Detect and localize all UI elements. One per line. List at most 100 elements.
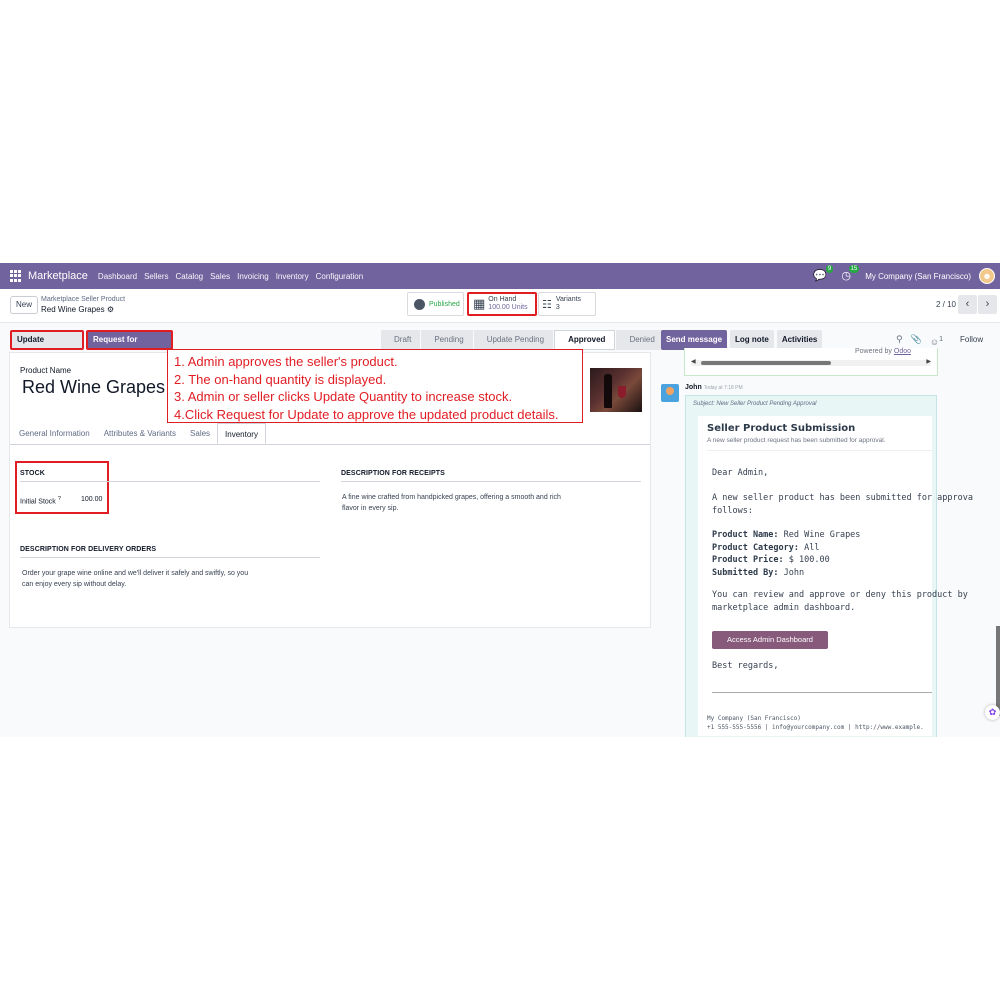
detail-category: Product Category: All: [712, 542, 860, 555]
detail-submitted: Submitted By: John: [712, 567, 860, 580]
gear-icon[interactable]: ⚙: [107, 305, 114, 314]
send-message-button[interactable]: Send message: [661, 330, 728, 350]
user-avatar[interactable]: ☻: [979, 268, 995, 284]
receipts-line-1: A fine wine crafted from handpicked grap…: [342, 494, 561, 501]
detail-submitted-value: John: [783, 567, 805, 578]
variants-smart-button[interactable]: ☷ Variants 3: [538, 292, 596, 316]
annotation-line-3: 3. Admin or seller clicks Update Quantit…: [174, 389, 513, 404]
breadcrumb-current-label: Red Wine Grapes: [41, 305, 105, 314]
product-name-field[interactable]: Red Wine Grapes: [22, 377, 165, 398]
breadcrumb-parent[interactable]: Marketplace Seller Product: [41, 295, 125, 305]
published-smart-button[interactable]: Published: [407, 292, 464, 316]
tab-attributes-variants[interactable]: Attributes & Variants: [97, 423, 183, 444]
menu-sales[interactable]: Sales: [210, 272, 230, 281]
horizontal-scrollbar[interactable]: ◀ ▶: [691, 358, 931, 366]
help-tooltip-icon[interactable]: ?: [58, 496, 61, 502]
menu-sellers[interactable]: Sellers: [144, 272, 168, 281]
wine-bottle-shape: [604, 374, 612, 408]
tab-general-information[interactable]: General Information: [10, 423, 97, 444]
stock-section-divider: [20, 481, 320, 482]
detail-name-label: Product Name:: [712, 530, 779, 540]
annotation-box: 1. Admin approves the seller's product. …: [167, 349, 583, 423]
detail-submitted-label: Submitted By:: [712, 567, 779, 578]
top-navbar: Marketplace Dashboard Sellers Catalog Sa…: [0, 263, 1000, 289]
activities-button[interactable]: Activities: [776, 330, 823, 350]
delivery-description[interactable]: Order your grape wine online and we'll d…: [22, 568, 248, 590]
detail-category-label: Product Category:: [712, 542, 799, 553]
stage-pending[interactable]: Pending: [421, 330, 473, 350]
on-hand-smart-button[interactable]: ▦ On Hand 100.00 Units: [467, 292, 537, 316]
follow-button[interactable]: Follow: [960, 335, 983, 344]
pager-next-icon[interactable]: ›: [978, 295, 997, 314]
assistant-bubble-icon[interactable]: ✿: [985, 705, 1000, 720]
cubes-icon: ▦: [473, 296, 486, 311]
product-name-label: Product Name: [20, 366, 72, 375]
email-intro-2: follows:: [712, 505, 753, 516]
new-button[interactable]: New: [10, 296, 39, 314]
app-brand[interactable]: Marketplace: [28, 270, 88, 282]
email-divider: [707, 450, 932, 451]
stage-approved[interactable]: Approved: [554, 330, 616, 350]
sitemap-icon: ☷: [542, 298, 552, 311]
menu-inventory[interactable]: Inventory: [276, 272, 309, 281]
menu-configuration[interactable]: Configuration: [316, 272, 364, 281]
scroll-right-icon[interactable]: ▶: [926, 358, 931, 365]
annotation-line-2: 2. The on-hand quantity is displayed.: [174, 371, 387, 387]
menu-dashboard[interactable]: Dashboard: [98, 272, 137, 281]
breadcrumb-current: Red Wine Grapes ⚙: [41, 305, 125, 315]
email-details: Product Name: Red Wine Grapes Product Ca…: [712, 529, 860, 579]
receipts-description[interactable]: A fine wine crafted from handpicked grap…: [342, 492, 561, 514]
stage-update-pending[interactable]: Update Pending: [473, 330, 554, 350]
chatter-panel: Powered by Odoo ◀ ▶ John Today at 7:18 PM…: [660, 348, 1000, 737]
detail-name: Product Name: Red Wine Grapes: [712, 529, 860, 542]
odoo-link[interactable]: Odoo: [894, 348, 911, 355]
on-hand-value: 100.00 Units: [488, 304, 528, 311]
paperclip-icon[interactable]: 📎: [911, 334, 922, 347]
tab-inventory[interactable]: Inventory: [217, 423, 266, 444]
chatter-icons: ⚲ 📎 ☺1: [896, 334, 951, 347]
message-author: John Today at 7:18 PM: [685, 384, 743, 391]
access-admin-dashboard-button[interactable]: Access Admin Dashboard: [712, 631, 828, 649]
vertical-scrollbar[interactable]: [996, 626, 1000, 716]
request-for-update-button[interactable]: Request for Update: [86, 330, 173, 360]
status-bar: Draft Pending Update Pending Approved De…: [381, 330, 665, 350]
footer-contact: +1 555-555-5556 | info@yourcompany.com |…: [707, 724, 924, 731]
scrollbar-thumb[interactable]: [701, 361, 831, 365]
pager-value[interactable]: 2 / 10: [936, 300, 956, 309]
published-label: Published: [429, 300, 460, 308]
tab-sales[interactable]: Sales: [183, 423, 217, 444]
annotation-line-1: 1. Admin approves the seller's product.: [174, 354, 398, 369]
scroll-left-icon[interactable]: ◀: [691, 358, 696, 365]
stock-section-title: STOCK: [20, 470, 45, 477]
stage-draft[interactable]: Draft: [381, 330, 421, 350]
messages-icon[interactable]: 💬 9: [813, 265, 834, 283]
detail-name-value: Red Wine Grapes: [783, 530, 861, 540]
stock-highlight-box: [15, 461, 109, 514]
email-regards: Best regards,: [712, 661, 779, 671]
menu-catalog[interactable]: Catalog: [176, 272, 204, 281]
followers-icon[interactable]: ☺1: [930, 334, 943, 347]
footer-company: My Company (San Francisco): [707, 715, 801, 722]
chatter-topbar: Send message Log note Activities: [661, 330, 825, 350]
pager-prev-icon[interactable]: ‹: [958, 295, 977, 314]
log-note-button[interactable]: Log note: [730, 330, 774, 350]
update-quantity-button[interactable]: Update Quantity: [10, 330, 84, 360]
apps-grid-icon[interactable]: [10, 270, 22, 282]
author-name[interactable]: John: [685, 384, 702, 391]
email-intro: A new seller product has been submitted …: [712, 492, 973, 517]
email-review-2: marketplace admin dashboard.: [712, 602, 856, 613]
author-avatar[interactable]: [661, 384, 679, 402]
initial-stock-field[interactable]: 100.00: [81, 496, 102, 503]
search-icon[interactable]: ⚲: [896, 334, 903, 347]
globe-icon: [414, 298, 425, 310]
activity-clock-icon[interactable]: ◷ 15: [839, 265, 860, 283]
stage-denied[interactable]: Denied: [616, 330, 664, 350]
product-image[interactable]: [590, 368, 642, 412]
menu-invoicing[interactable]: Invoicing: [237, 272, 269, 281]
email-review-1: You can review and approve or deny this …: [712, 590, 968, 600]
breadcrumb: Marketplace Seller Product Red Wine Grap…: [41, 295, 125, 315]
company-switcher[interactable]: My Company (San Francisco): [865, 272, 971, 281]
on-hand-label: On Hand: [488, 296, 517, 303]
control-panel: New Marketplace Seller Product Red Wine …: [0, 289, 1000, 323]
delivery-section-divider: [20, 557, 320, 558]
